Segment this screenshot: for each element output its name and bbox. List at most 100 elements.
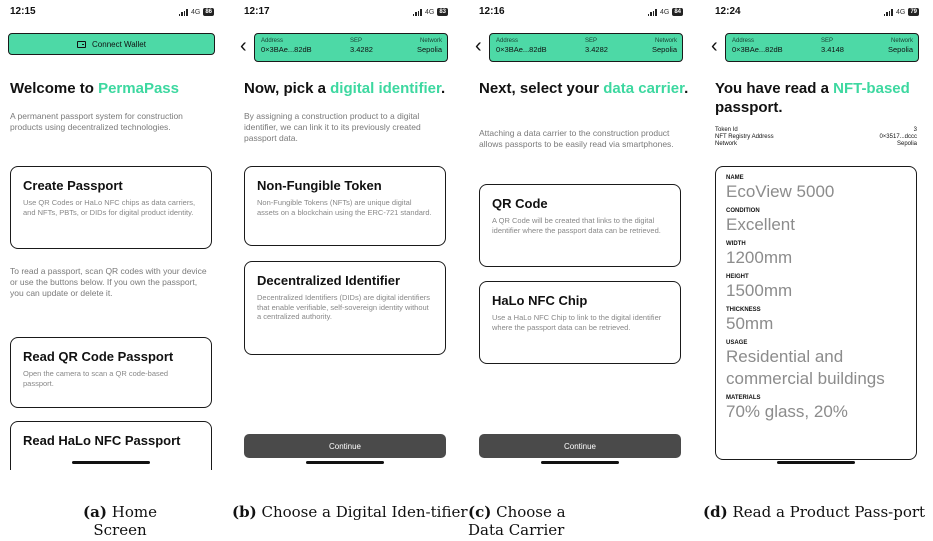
network-value: Sepolia	[416, 45, 442, 54]
intro-text: Attaching a data carrier to the construc…	[479, 128, 674, 149]
registry-label: NFT Registry Address	[715, 134, 774, 140]
caption-a: (a) Home Screen	[83, 503, 157, 539]
address-label: Address	[732, 38, 755, 44]
did-option-desc: Decentralized Identifiers (DIDs) are dig…	[257, 293, 430, 321]
network-type: 4G	[659, 8, 670, 16]
status-bar: 12:16 4G 84	[469, 0, 691, 26]
meta-network-label: Network	[715, 141, 738, 147]
address-label: Address	[496, 38, 519, 44]
continue-button[interactable]: Continue	[479, 434, 681, 458]
field-value: 1200mm	[726, 248, 793, 267]
signal-icon	[647, 8, 657, 16]
create-passport-desc: Use QR Codes or HaLo NFC chips as data c…	[23, 198, 196, 217]
status-bar: 12:15 4G 86	[0, 0, 222, 26]
battery-icon: 79	[908, 8, 919, 16]
status-time: 12:15	[10, 6, 36, 17]
battery-icon: 84	[672, 8, 683, 16]
qr-code-option-desc: A QR Code will be created that links to …	[492, 216, 661, 235]
back-chevron-icon[interactable]: ‹	[475, 35, 482, 57]
wallet-icon	[77, 40, 87, 48]
field-value: EcoView 5000	[726, 182, 835, 201]
nft-option-title: Non-Fungible Token	[257, 178, 382, 193]
address-value: 0×3BAe...82dB	[261, 45, 312, 54]
field-value: Excellent	[726, 215, 795, 234]
field-value: 1500mm	[726, 281, 793, 300]
digital-identifier-screen: 12:17 4G 83 ‹ Address 0×3BAe...82dB SEP …	[234, 0, 456, 470]
meta-network-value: Sepolia	[896, 141, 917, 147]
sep-value: 3.4282	[585, 45, 608, 54]
did-option-card[interactable]: Decentralized Identifier Decentralized I…	[244, 261, 446, 355]
network-label: Network	[890, 38, 913, 44]
back-chevron-icon[interactable]: ‹	[711, 35, 718, 57]
registry-value: 0×3517...dccc	[879, 134, 917, 140]
network-value: Sepolia	[887, 45, 913, 54]
signal-icon	[412, 8, 422, 16]
nft-option-card[interactable]: Non-Fungible Token Non-Fungible Tokens (…	[244, 166, 446, 246]
wallet-info-bar: Address 0×3BAe...82dB SEP 3.4282 Network…	[489, 33, 683, 62]
intro-text: By assigning a construction product to a…	[244, 111, 421, 143]
caption-d: (d) Read a Product Pass-port	[703, 503, 926, 521]
passport-details-card[interactable]: NAME EcoView 5000 CONDITION Excellent WI…	[715, 166, 917, 460]
home-indicator	[306, 461, 384, 464]
network-label: Network	[654, 38, 677, 44]
sep-label: SEP	[821, 38, 834, 44]
field-value: Residential and commercial buildings	[726, 347, 885, 388]
wallet-info-bar: Address 0×3BAe...82dB SEP 3.4148 Network…	[725, 33, 919, 62]
signal-icon	[178, 8, 188, 16]
halo-nfc-option-title: HaLo NFC Chip	[492, 293, 588, 308]
status-bar: 12:17 4G 83	[234, 0, 456, 26]
read-qr-passport-card[interactable]: Read QR Code Passport Open the camera to…	[10, 337, 212, 408]
status-bar: 12:24 4G 79	[705, 0, 927, 26]
sep-label: SEP	[350, 38, 363, 44]
home-screen: 12:15 4G 86 Connect Wallet Welcome to Pe…	[0, 0, 222, 470]
page-title: You have read a NFT-based passport.	[715, 80, 910, 116]
signal-icon	[883, 8, 893, 16]
back-chevron-icon[interactable]: ‹	[240, 35, 247, 57]
field-value: 70% glass, 20%	[726, 402, 848, 421]
battery-icon: 86	[203, 8, 214, 16]
home-indicator	[541, 461, 619, 464]
status-time: 12:16	[479, 6, 505, 17]
network-type: 4G	[190, 8, 201, 16]
read-info-text: To read a passport, scan QR codes with y…	[10, 266, 207, 298]
status-time: 12:17	[244, 6, 270, 17]
field-value: 50mm	[726, 314, 774, 333]
wallet-info-bar: Address 0×3BAe...82dB SEP 3.4282 Network…	[254, 33, 448, 62]
caption-c: (c) Choose a Data Carrier	[468, 503, 566, 539]
token-id-label: Token Id	[715, 127, 738, 133]
network-value: Sepolia	[651, 45, 677, 54]
halo-nfc-option-card[interactable]: HaLo NFC Chip Use a HaLo NFC Chip to lin…	[479, 281, 681, 364]
caption-b: (b) Choose a Digital Iden-tifier	[232, 503, 468, 521]
address-value: 0×3BAe...82dB	[732, 45, 783, 54]
address-value: 0×3BAe...82dB	[496, 45, 547, 54]
sep-value: 3.4148	[821, 45, 844, 54]
qr-code-option-title: QR Code	[492, 196, 548, 211]
did-option-title: Decentralized Identifier	[257, 273, 401, 288]
read-qr-desc: Open the camera to scan a QR code-based …	[23, 369, 169, 388]
page-title: Next, select your data carrier.	[479, 80, 689, 97]
sep-value: 3.4282	[350, 45, 373, 54]
create-passport-title: Create Passport	[23, 178, 123, 193]
battery-icon: 83	[437, 8, 448, 16]
network-type: 4G	[895, 8, 906, 16]
connect-wallet-label: Connect Wallet	[92, 39, 146, 49]
intro-text: A permanent passport system for construc…	[10, 111, 183, 132]
nft-option-desc: Non-Fungible Tokens (NFTs) are unique di…	[257, 198, 432, 217]
home-indicator	[72, 461, 150, 464]
network-type: 4G	[424, 8, 435, 16]
home-indicator	[777, 461, 855, 464]
page-title: Welcome to PermaPass	[10, 80, 179, 97]
read-nfc-title: Read HaLo NFC Passport	[23, 433, 181, 448]
sep-label: SEP	[585, 38, 598, 44]
halo-nfc-option-desc: Use a HaLo NFC Chip to link to the digit…	[492, 313, 662, 332]
connect-wallet-button[interactable]: Connect Wallet	[8, 33, 215, 55]
status-time: 12:24	[715, 6, 741, 17]
token-meta: Token Id 3 NFT Registry Address 0×3517..…	[715, 127, 917, 148]
page-title: Now, pick a digital identifier.	[244, 80, 446, 97]
continue-button[interactable]: Continue	[244, 434, 446, 458]
address-label: Address	[261, 38, 284, 44]
read-passport-screen: 12:24 4G 79 ‹ Address 0×3BAe...82dB SEP …	[705, 0, 927, 470]
create-passport-card[interactable]: Create Passport Use QR Codes or HaLo NFC…	[10, 166, 212, 249]
read-qr-title: Read QR Code Passport	[23, 349, 174, 364]
qr-code-option-card[interactable]: QR Code A QR Code will be created that l…	[479, 184, 681, 267]
